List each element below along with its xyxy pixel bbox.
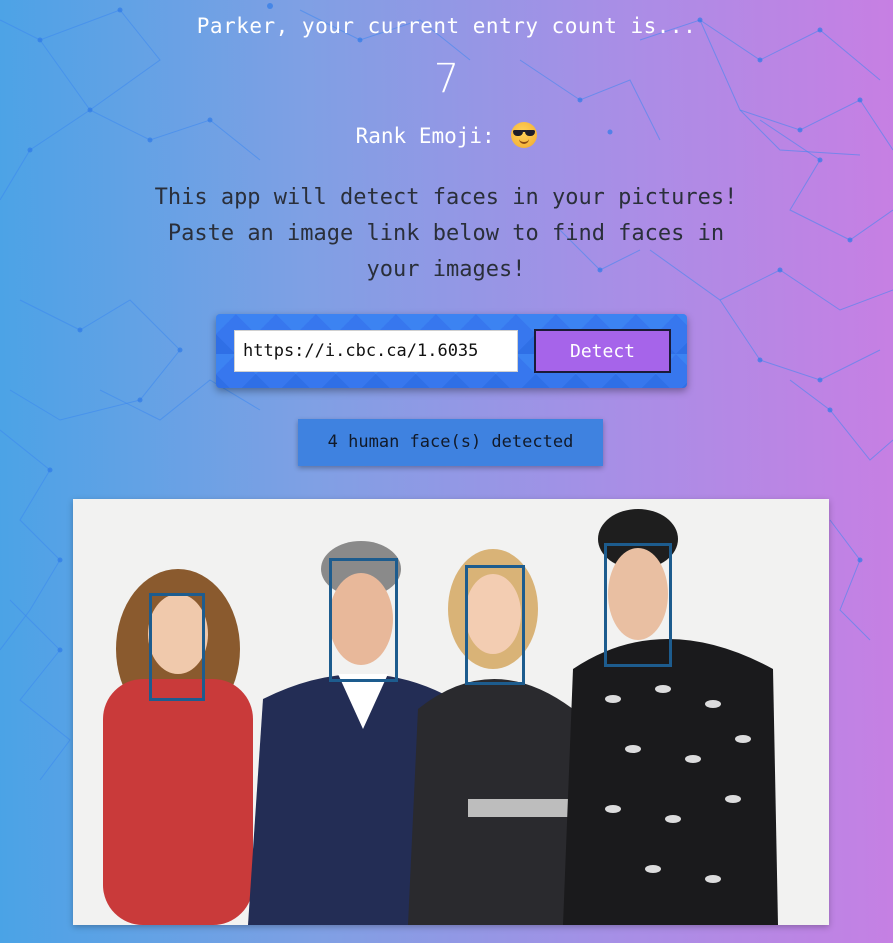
image-url-input[interactable]: [234, 330, 518, 372]
entry-count-value: 7: [433, 56, 460, 102]
description-line-2: Paste an image link below to find faces …: [167, 221, 725, 246]
detect-button[interactable]: Detect: [534, 329, 671, 373]
smiling-face-with-sunglasses-icon: [511, 122, 538, 148]
group-photo-image: [73, 499, 829, 925]
entry-count-greeting: Parker, your current entry count is...: [196, 14, 697, 38]
analyzed-photo: [73, 499, 829, 925]
description-line-3: your images!: [366, 257, 526, 282]
face-detection-box: [149, 593, 205, 701]
face-detection-box: [329, 558, 398, 682]
face-detection-box: [465, 565, 525, 685]
image-link-form: Detect: [216, 314, 687, 388]
description-line-1: This app will detect faces in your pictu…: [154, 185, 738, 210]
app-description: This app will detect faces in your pictu…: [118, 180, 774, 288]
app-container: Parker, your current entry count is... 7…: [0, 0, 893, 943]
rank-emoji-label: Rank Emoji:: [355, 124, 495, 148]
faces-detected-status: 4 human face(s) detected: [298, 419, 603, 466]
face-detection-box: [604, 543, 672, 667]
rank-emoji-row: Rank Emoji:: [0, 122, 893, 148]
